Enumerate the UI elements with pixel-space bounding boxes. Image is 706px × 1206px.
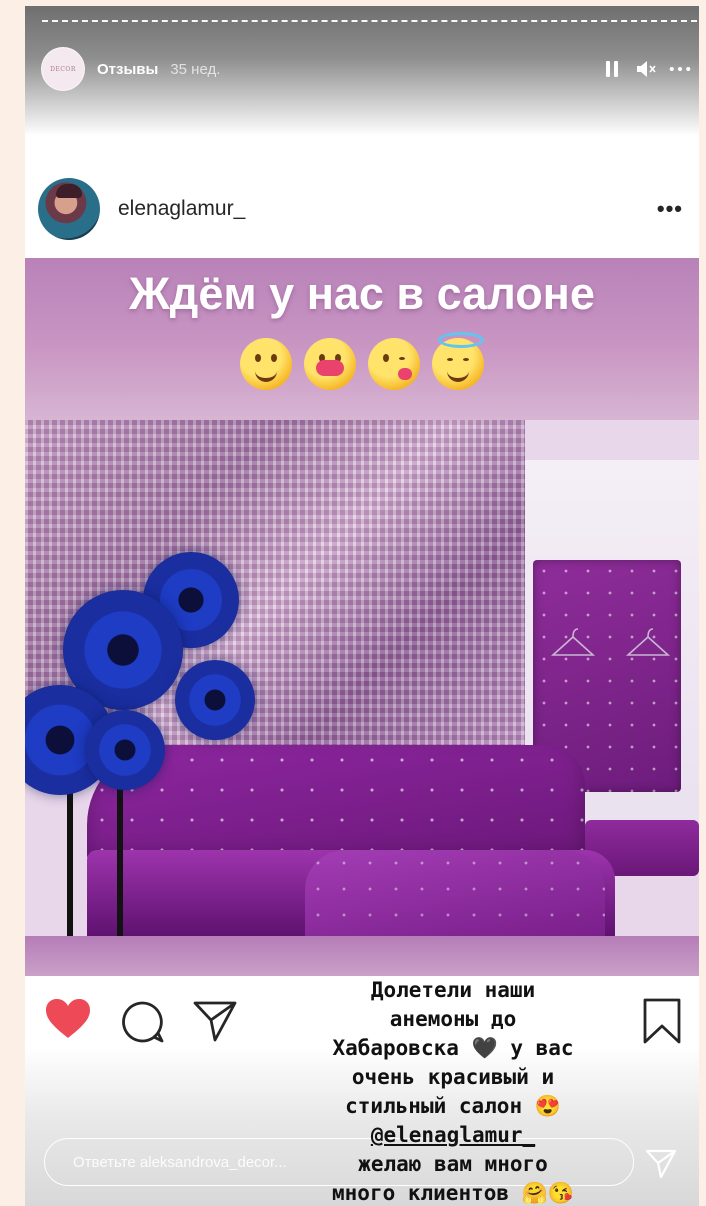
story-viewer: DECOR Отзывы 35 нед. elenaglamur_ ••• Жд… [25, 6, 699, 1206]
caption-line: очень красивый и [351, 1065, 555, 1089]
heart-with-ribbon-emoji-icon [304, 338, 356, 390]
story-progress-bar [42, 20, 697, 23]
bookmark-icon[interactable] [643, 998, 681, 1049]
caption-line: желаю вам много [358, 1152, 548, 1176]
page: DECOR Отзывы 35 нед. elenaglamur_ ••• Жд… [0, 0, 706, 1206]
post-author-username[interactable]: elenaglamur_ [118, 197, 245, 221]
caption-line: много клиентов 🤗😘 [332, 1181, 574, 1205]
story-avatar[interactable]: DECOR [41, 47, 85, 91]
banner-emoji-row [25, 332, 699, 390]
more-icon[interactable] [669, 58, 691, 80]
story-progress-fill [42, 19, 618, 22]
share-icon[interactable] [193, 1000, 237, 1047]
post-header: elenaglamur_ ••• [25, 166, 699, 251]
post-bottom-strip [25, 936, 699, 976]
caption-line: Хабаровска 🖤 у вас [332, 1036, 574, 1060]
hugging-face-emoji-icon [240, 338, 292, 390]
story-avatar-logo: DECOR [50, 65, 76, 73]
story-caption: Долетели наши анемоны до Хабаровска 🖤 у … [293, 976, 613, 1206]
post-banner: Ждём у нас в салоне [25, 258, 699, 420]
send-icon[interactable] [645, 1149, 677, 1179]
story-timestamp: 35 нед. [170, 60, 221, 78]
caption-line: Долетели наши [370, 978, 536, 1002]
blue-anemone-flower [85, 710, 165, 790]
story-account-label[interactable]: Отзывы [97, 61, 158, 78]
caption-line: стильный салон 😍 [345, 1094, 561, 1118]
post-more-button[interactable]: ••• [657, 196, 683, 222]
pause-icon[interactable] [601, 58, 623, 80]
story-header: DECOR Отзывы 35 нед. [41, 46, 691, 92]
sofa-cushion [305, 850, 605, 936]
banner-title: Ждём у нас в салоне [129, 268, 595, 319]
face-blowing-kiss-emoji-icon [368, 338, 420, 390]
smiling-face-with-halo-emoji-icon [432, 332, 484, 390]
comment-icon[interactable] [121, 1000, 165, 1049]
mute-icon[interactable] [635, 58, 657, 80]
blue-anemone-flower [175, 660, 255, 740]
post-author-avatar[interactable] [38, 177, 100, 240]
story-controls [601, 58, 691, 80]
post-photo[interactable] [25, 420, 699, 936]
caption-line: анемоны до [389, 1007, 517, 1031]
caption-mention-link[interactable]: @elenaglamur_ [293, 1121, 613, 1150]
heart-icon[interactable] [45, 998, 91, 1045]
